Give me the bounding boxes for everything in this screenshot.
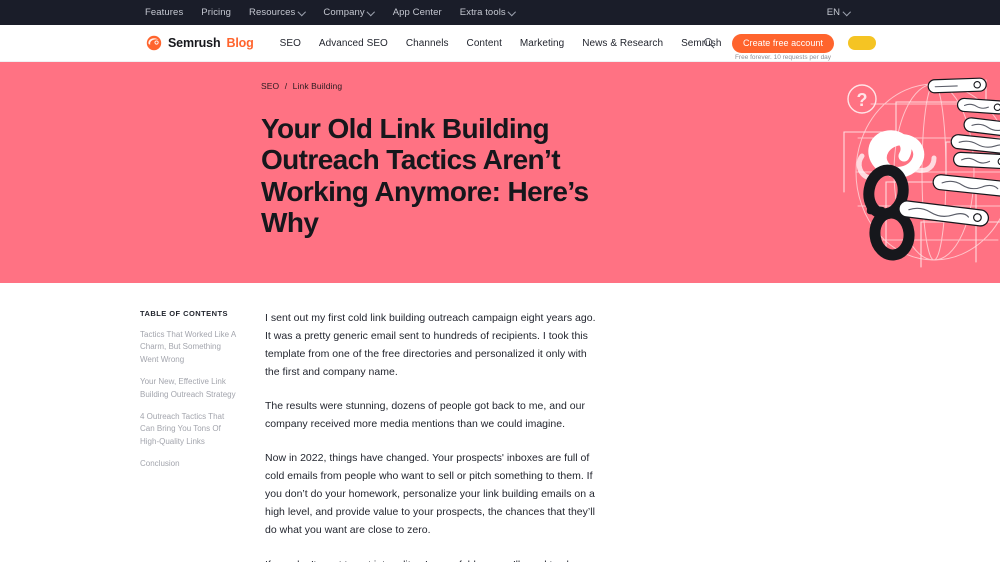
article-paragraph-3: Now in 2022, things have changed. Your p… — [265, 452, 595, 537]
hero-inner: SEO / Link Building Your Old Link Buildi… — [140, 62, 860, 283]
breadcrumb-separator: / — [284, 81, 288, 91]
topbar-item-app-center[interactable]: App Center — [393, 7, 442, 18]
nav-item-news-research[interactable]: News & Research — [582, 38, 663, 49]
toc-item-3[interactable]: 4 Outreach Tactics That Can Bring You To… — [140, 411, 239, 448]
article-hero: SEO / Link Building Your Old Link Buildi… — [0, 62, 1000, 283]
topbar-item-extra-tools[interactable]: Extra tools — [460, 7, 516, 18]
nav-item-marketing[interactable]: Marketing — [520, 38, 564, 49]
topbar-item-label: Pricing — [201, 7, 232, 18]
language-switcher[interactable]: EN — [827, 7, 850, 18]
nav-item-advanced-seo[interactable]: Advanced SEO — [319, 38, 388, 49]
language-label: EN — [826, 7, 840, 18]
brand-name: Semrush — [168, 36, 221, 50]
toc-heading: TABLE OF CONTENTS — [140, 309, 228, 318]
brand-logo-link[interactable]: Semrush Blog — [146, 35, 254, 51]
topbar-item-resources[interactable]: Resources — [249, 7, 305, 18]
main-navigation-bar: Semrush Blog SEO Advanced SEO Channels C… — [0, 25, 1000, 62]
breadcrumb-root[interactable]: SEO — [261, 81, 279, 91]
chevron-down-icon — [509, 8, 516, 15]
article-paragraph-1: I sent out my first cold link building o… — [265, 312, 596, 379]
brand-suffix: Blog — [226, 36, 254, 50]
cta-subtext: Free forever. 10 requests per day — [734, 53, 832, 61]
nav-item-channels[interactable]: Channels — [406, 38, 449, 49]
topbar-item-label: App Center — [392, 7, 442, 18]
svg-text:?: ? — [857, 90, 868, 110]
search-glyph — [704, 38, 715, 49]
hero-illustration: ? — [843, 77, 1000, 268]
topbar-item-label: Extra tools — [459, 7, 506, 18]
semrush-logo-icon — [146, 35, 162, 51]
nav-item-seo[interactable]: SEO — [280, 38, 301, 49]
page-title: Your Old Link Building Outreach Tactics … — [261, 113, 589, 239]
topbar-item-label: Company — [323, 7, 365, 18]
breadcrumb-current[interactable]: Link Building — [293, 81, 343, 91]
topbar-item-label: Resources — [249, 7, 296, 18]
article-content-section: TABLE OF CONTENTS Tactics That Worked Li… — [0, 283, 1000, 562]
account-pill-button[interactable] — [848, 36, 876, 50]
topbar-item-pricing[interactable]: Pricing — [201, 7, 231, 18]
toc-item-2[interactable]: Your New, Effective Link Building Outrea… — [140, 376, 239, 401]
search-icon[interactable] — [700, 34, 718, 52]
create-free-account-button[interactable]: Create free account — [732, 33, 834, 53]
question-mark-icon: ? — [847, 84, 877, 114]
content-inner: TABLE OF CONTENTS Tactics That Worked Li… — [140, 283, 860, 562]
article-paragraph-4: If you don’t want to get into editors’ s… — [265, 556, 601, 562]
toc-item-1[interactable]: Tactics That Worked Like A Charm, But So… — [140, 329, 239, 366]
chevron-down-icon — [298, 8, 305, 15]
top-utility-bar: Features Pricing Resources Company App C… — [0, 0, 1000, 25]
breadcrumb: SEO / Link Building — [261, 62, 860, 91]
article-paragraph-2: The results were stunning, dozens of peo… — [265, 400, 585, 431]
article-body: I sent out my first cold link building o… — [253, 309, 601, 562]
top-utility-right: EN — [827, 7, 850, 18]
topbar-item-features[interactable]: Features — [145, 7, 183, 18]
chevron-down-icon — [843, 8, 850, 15]
top-utility-nav: Features Pricing Resources Company App C… — [145, 7, 516, 18]
table-of-contents: TABLE OF CONTENTS Tactics That Worked Li… — [140, 309, 253, 562]
topbar-item-company[interactable]: Company — [323, 7, 374, 18]
nav-item-content[interactable]: Content — [467, 38, 502, 49]
primary-nav-links: SEO Advanced SEO Channels Content Market… — [280, 38, 722, 49]
nav-actions: Create free account Free forever. 10 req… — [700, 33, 876, 61]
toc-item-4[interactable]: Conclusion — [140, 458, 239, 470]
topbar-item-label: Features — [145, 7, 184, 18]
chevron-down-icon — [368, 8, 375, 15]
cta-group: Create free account Free forever. 10 req… — [732, 33, 834, 61]
